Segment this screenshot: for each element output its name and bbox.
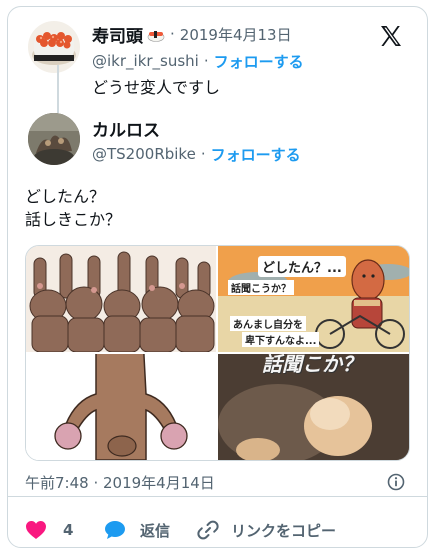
heart-icon [26,521,46,539]
separator-dot: · [170,25,175,43]
tweet-text-line1: どしたん？ [25,187,106,206]
tweet-text-line2: 話しきこか？ [25,210,122,229]
info-button[interactable] [385,471,407,493]
x-logo[interactable] [378,23,404,49]
avatar-author[interactable] [28,113,80,165]
copy-link-button[interactable]: リンクをコピー [197,517,336,543]
comic-caption-3: あんまし自分を [230,316,306,331]
media-grid: どしたん？... 話聞こうか？ あんまし自分を 卑下すんなよ... 話聞こか？ [25,245,410,461]
reply-bubble-icon [105,521,125,539]
quoted-header: 寿司頭 · 2019年4月13日 [92,22,292,47]
quoted-text: どうせ変人ですし [92,78,221,97]
quoted-handle-row: @ikr_ikr_sushi · フォローする [92,51,304,71]
quoted-handle[interactable]: @ikr_ikr_sushi [92,52,199,70]
reply-button[interactable]: 返信 [104,517,170,543]
comic-caption-4: 卑下すんなよ... [242,332,320,347]
actions-divider [8,496,427,497]
sushi-emoji-icon [147,27,165,42]
avatar-quoted[interactable] [28,21,80,73]
like-button[interactable]: 4 [25,517,73,543]
reply-label: 返信 [140,521,171,540]
media-image-comic[interactable]: どしたん？... 話聞こうか？ あんまし自分を 卑下すんなよ... [218,246,409,352]
info-icon [387,473,405,491]
link-icon [197,520,219,540]
author-header: カルロス [92,116,160,141]
separator-dot: · [203,52,209,70]
follow-quoted-button[interactable]: フォローする [214,51,304,72]
media-image-crowd[interactable] [26,246,216,352]
comic-caption-2: 話聞こうか？ [228,280,294,295]
tweet-card: 寿司頭 · 2019年4月13日 @ikr_ikr_sushi · フォローする… [7,6,428,548]
separator-dot: · [200,145,206,163]
author-handle-row: @TS200Rbike · フォローする [92,144,301,164]
photo-caption: 話聞こか？ [262,354,362,376]
copy-link-label: リンクをコピー [231,521,337,540]
quoted-name[interactable]: 寿司頭 [92,22,143,47]
author-name[interactable]: カルロス [92,116,160,141]
media-image-photo[interactable]: 話聞こか？ [218,354,409,460]
media-image-figure[interactable] [26,354,216,460]
tweet-timestamp[interactable]: 午前7:48 · 2019年4月14日 [25,472,215,492]
like-count: 4 [63,521,74,539]
comic-caption-1: どしたん？... [258,256,346,277]
quoted-date[interactable]: 2019年4月13日 [180,24,292,45]
thread-connector [57,65,59,113]
author-handle[interactable]: @TS200Rbike [92,145,196,163]
follow-author-button[interactable]: フォローする [211,144,301,165]
x-icon [381,26,401,46]
